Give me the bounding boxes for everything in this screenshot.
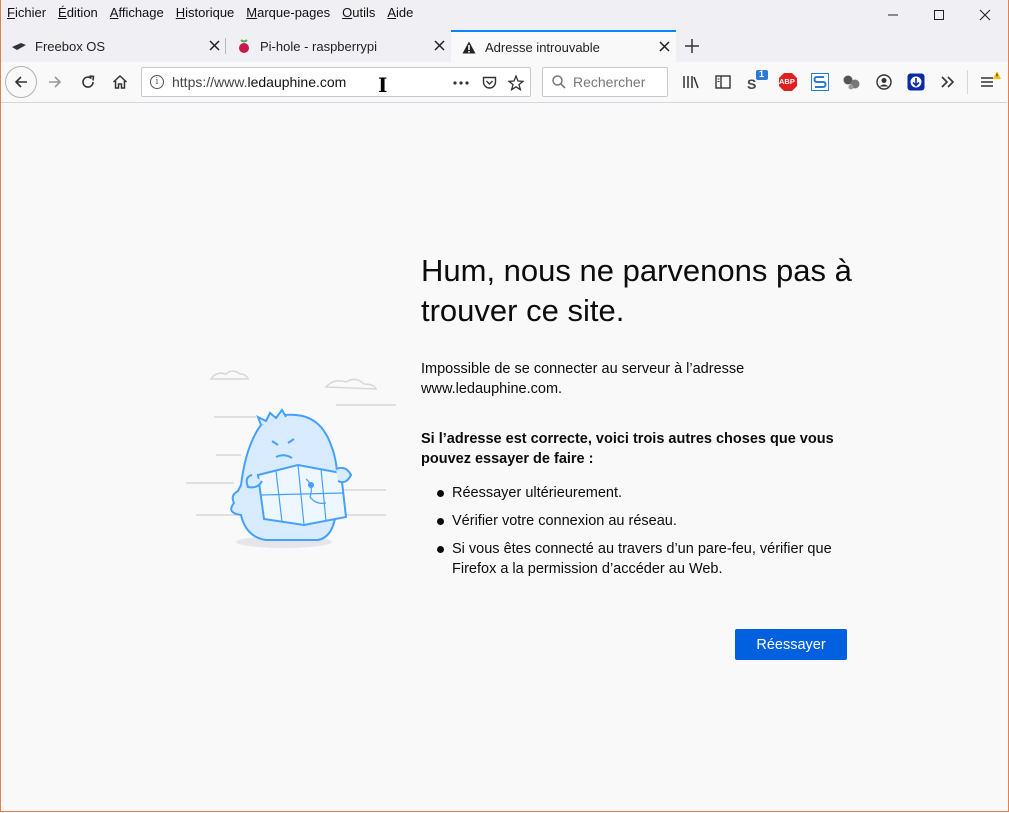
- extension-bubbles-button[interactable]: [840, 70, 864, 94]
- minimize-button[interactable]: [870, 0, 916, 30]
- menu-marque-pages[interactable]: Marque-pages: [240, 5, 336, 20]
- sync-extension-button[interactable]: S 1: [744, 69, 768, 94]
- download-button[interactable]: [904, 70, 928, 94]
- home-button[interactable]: [106, 68, 134, 96]
- sidebar-button[interactable]: [711, 70, 735, 94]
- forward-button[interactable]: [41, 68, 69, 96]
- back-button[interactable]: [5, 66, 37, 98]
- download-icon: [907, 73, 925, 91]
- search-box[interactable]: Rechercher: [542, 67, 668, 97]
- new-tab-button[interactable]: [676, 30, 708, 62]
- maximize-icon: [934, 10, 944, 20]
- raspberry-icon: [236, 38, 252, 54]
- maximize-button[interactable]: [916, 0, 962, 30]
- reload-icon: [82, 75, 95, 88]
- reload-button[interactable]: [74, 68, 102, 96]
- list-item: Si vous êtes connecté au travers d’un pa…: [421, 539, 851, 579]
- tab-title: Freebox OS: [35, 38, 106, 54]
- error-hint: Si l’adresse est correcte, voici trois a…: [421, 431, 834, 467]
- hamburger-menu-icon: [981, 72, 1001, 87]
- suggestion-list: Réessayer ultérieurement. Vérifier votre…: [421, 483, 851, 587]
- warning-icon: [461, 39, 477, 55]
- chevron-double-right-icon: [941, 76, 955, 88]
- bookmark-star-button[interactable]: [505, 72, 527, 94]
- tab-close-button[interactable]: [202, 38, 226, 55]
- search-icon: [552, 75, 566, 89]
- freebox-icon: [11, 38, 27, 54]
- tab-adresse-introuvable[interactable]: Adresse introuvable: [451, 30, 676, 62]
- close-icon: [979, 9, 991, 21]
- info-icon[interactable]: i: [150, 75, 164, 89]
- account-button[interactable]: [872, 70, 896, 94]
- error-title: Hum, nous ne parvenons pas à trouver ce …: [421, 253, 852, 328]
- sync-s-icon: S: [747, 70, 768, 92]
- close-icon: [658, 40, 670, 52]
- tab-strip: Freebox OS Pi-hole - raspberrypi Adresse…: [1, 30, 708, 62]
- bubbles-icon: [843, 75, 860, 90]
- adblock-plus-button[interactable]: ABP: [776, 70, 800, 94]
- title-bar: Fichier Édition Affichage Historique Mar…: [1, 0, 1008, 62]
- pocket-button[interactable]: [478, 72, 500, 94]
- retry-button[interactable]: Réessayer: [735, 629, 847, 660]
- main-menu-button[interactable]: [977, 70, 1001, 94]
- toolbar-separator: [967, 70, 968, 94]
- tab-pihole[interactable]: Pi-hole - raspberrypi: [226, 30, 451, 62]
- close-icon: [208, 39, 220, 51]
- svg-text:S: S: [747, 76, 756, 92]
- extension-s-button[interactable]: [808, 70, 832, 94]
- text-cursor-icon: I: [378, 73, 388, 97]
- menu-bar: Fichier Édition Affichage Historique Mar…: [1, 0, 419, 24]
- menu-historique[interactable]: Historique: [170, 5, 241, 20]
- tab-title: Pi-hole - raspberrypi: [260, 38, 378, 54]
- menu-outils[interactable]: Outils: [336, 5, 381, 20]
- adblock-label: ABP: [779, 77, 795, 86]
- account-icon: [876, 74, 892, 90]
- url-bar[interactable]: i https://www.ledauphine.com: [141, 67, 531, 97]
- menu-edition[interactable]: Édition: [52, 5, 104, 20]
- list-item: Vérifier votre connexion au réseau.: [421, 511, 851, 531]
- pocket-icon: [482, 76, 496, 89]
- close-icon: [433, 39, 445, 51]
- plus-icon: [685, 39, 699, 53]
- home-icon: [112, 74, 128, 89]
- dino-with-map-illustration: [186, 370, 396, 548]
- arrow-right-icon: [49, 76, 62, 88]
- tab-freebox[interactable]: Freebox OS: [1, 30, 226, 62]
- tab-title: Adresse introuvable: [485, 39, 600, 55]
- menu-fichier[interactable]: Fichier: [1, 5, 52, 20]
- sidebar-icon: [715, 75, 731, 89]
- more-horizontal-icon: [453, 81, 469, 85]
- error-description: Impossible de se connecter au serveur à …: [421, 361, 745, 397]
- error-page: Hum, nous ne parvenons pas à trouver ce …: [1, 103, 1007, 811]
- url-text[interactable]: https://www.ledauphine.com: [172, 74, 346, 90]
- sync-badge: 1: [759, 69, 765, 79]
- library-button[interactable]: [679, 70, 703, 94]
- list-item: Réessayer ultérieurement.: [421, 483, 851, 503]
- search-placeholder: Rechercher: [573, 74, 646, 90]
- arrow-left-icon: [14, 76, 27, 88]
- close-window-button[interactable]: [962, 0, 1008, 30]
- star-icon: [508, 75, 524, 91]
- overflow-menu-button[interactable]: [936, 70, 960, 94]
- stylish-icon: [811, 73, 829, 91]
- minimize-icon: [888, 14, 898, 16]
- library-icon: [683, 76, 699, 89]
- tab-close-button[interactable]: [652, 39, 676, 56]
- menu-aide[interactable]: Aide: [381, 5, 419, 20]
- tab-close-button[interactable]: [427, 38, 451, 55]
- navigation-toolbar: i https://www.ledauphine.com I Recherche…: [1, 62, 1007, 103]
- window-controls: [870, 0, 1008, 30]
- page-actions-button[interactable]: [450, 72, 472, 94]
- menu-affichage[interactable]: Affichage: [104, 5, 170, 20]
